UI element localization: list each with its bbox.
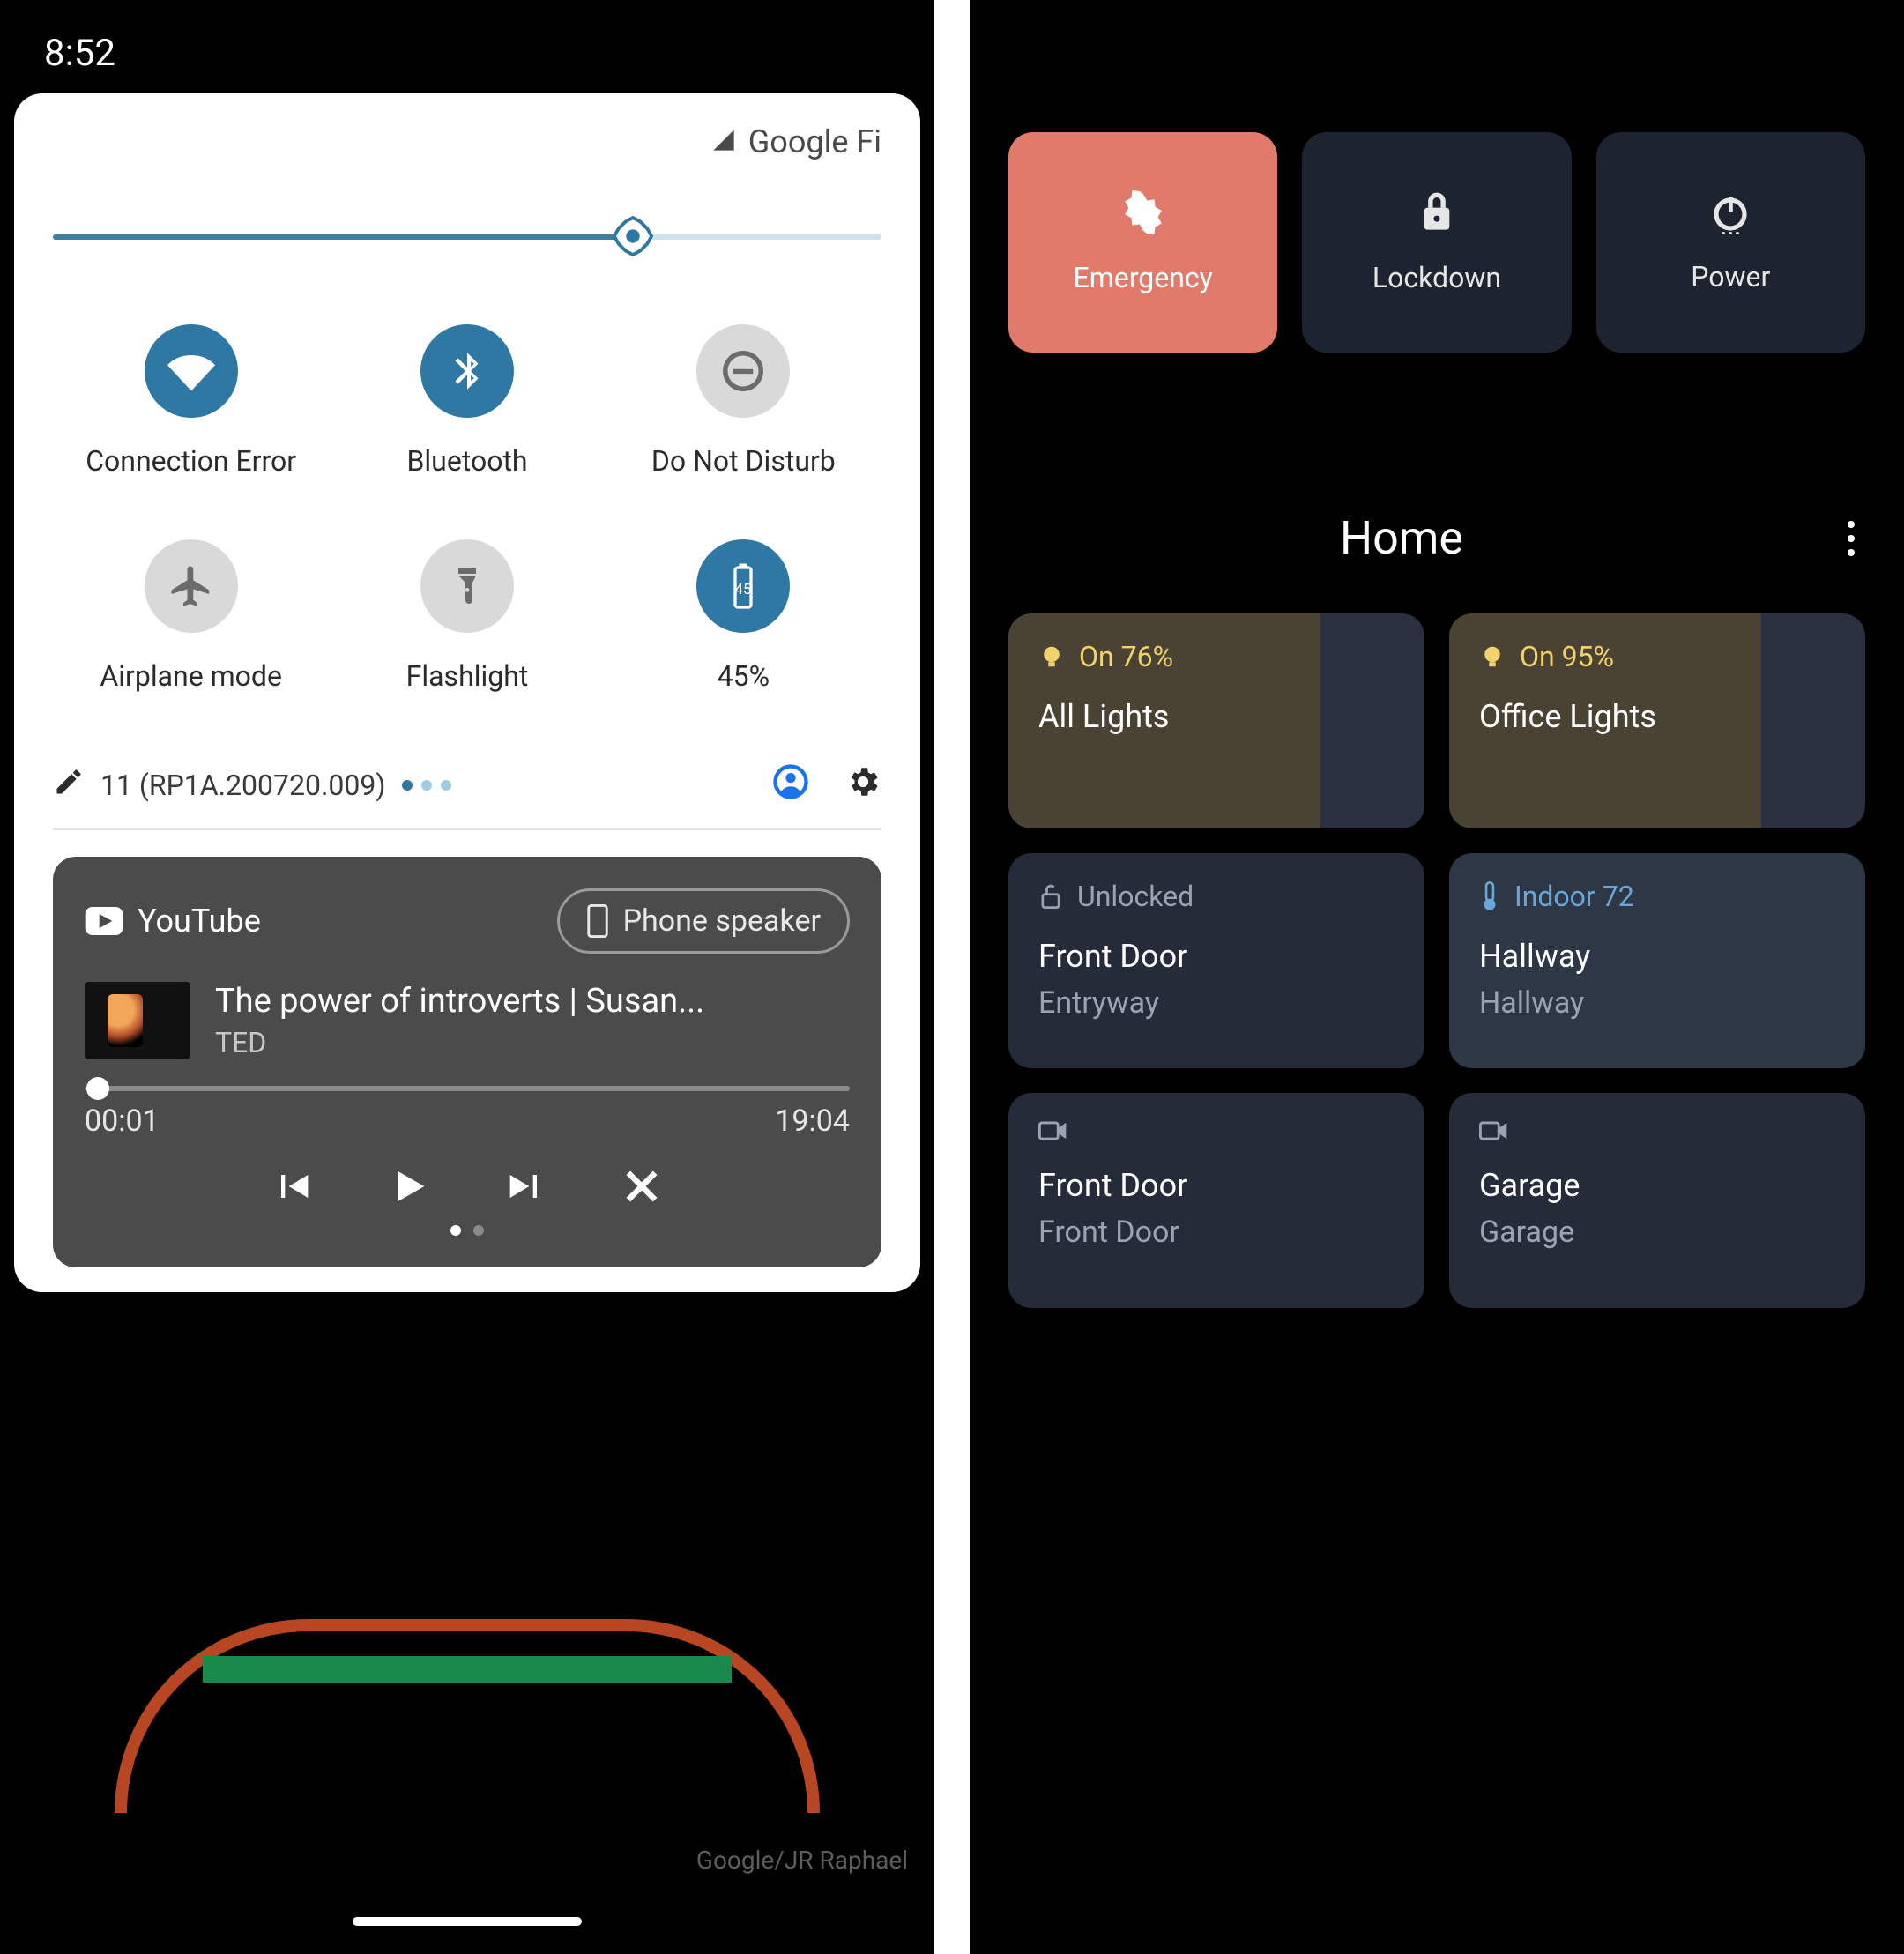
- bulb-icon: [1038, 643, 1065, 670]
- device-front-door-camera[interactable]: Front Door Front Door: [1008, 1093, 1424, 1308]
- media-source: YouTube: [85, 903, 261, 940]
- power-icon: [1709, 191, 1752, 234]
- background-clock-widget: [115, 1619, 820, 1813]
- media-player: YouTube Phone speaker The power of intro…: [53, 857, 881, 1267]
- device-all-lights[interactable]: On 76% All Lights: [1008, 613, 1424, 828]
- qs-tile-battery[interactable]: 45 45%: [606, 539, 881, 693]
- qs-tiles: Connection Error Bluetooth Do Not Distur…: [53, 324, 881, 693]
- quick-settings-panel: Google Fi Connection Error: [14, 93, 920, 1292]
- camera-icon: [1479, 1119, 1509, 1142]
- power-buttons: Emergency Lockdown Power: [1008, 132, 1865, 353]
- output-chip[interactable]: Phone speaker: [557, 888, 850, 954]
- next-button[interactable]: [502, 1163, 548, 1209]
- home-title: Home: [970, 511, 1833, 565]
- brightness-slider[interactable]: [53, 219, 881, 254]
- qs-tile-dnd[interactable]: Do Not Disturb: [606, 324, 881, 478]
- quick-settings-screen: 8:52 Google Fi Conn: [0, 0, 934, 1954]
- bulb-icon: [1479, 643, 1506, 670]
- device-grid: On 76% All Lights On 95% Office Lights U…: [1008, 613, 1865, 1308]
- battery-icon: 45: [696, 539, 790, 633]
- build-row: 11 (RP1A.200720.009): [53, 763, 881, 807]
- elapsed-time: 00:01: [85, 1103, 160, 1139]
- device-hallway-thermostat[interactable]: Indoor 72 Hallway Hallway: [1449, 853, 1865, 1068]
- page-dots: [402, 780, 451, 791]
- thermostat-icon: [1479, 881, 1500, 911]
- qs-tile-flashlight[interactable]: Flashlight: [329, 539, 605, 693]
- build-label: 11 (RP1A.200720.009): [100, 769, 386, 802]
- close-button[interactable]: [619, 1163, 665, 1209]
- image-credit: Google/JR Raphael: [696, 1846, 908, 1875]
- lock-icon: [1417, 190, 1456, 234]
- edit-icon[interactable]: [53, 766, 85, 805]
- device-front-door-lock[interactable]: Unlocked Front Door Entryway: [1008, 853, 1424, 1068]
- total-time: 19:04: [775, 1103, 850, 1139]
- phone-icon: [586, 904, 609, 938]
- unlock-icon: [1038, 882, 1063, 910]
- carrier-label: Google Fi: [748, 123, 881, 160]
- power-menu-screen: Emergency Lockdown Power Home On 76% All…: [970, 0, 1904, 1954]
- device-office-lights[interactable]: On 95% Office Lights: [1449, 613, 1865, 828]
- camera-icon: [1038, 1119, 1068, 1142]
- flashlight-icon: [420, 539, 514, 633]
- brightness-thumb[interactable]: [613, 216, 653, 260]
- play-button[interactable]: [386, 1163, 432, 1209]
- qs-tile-airplane[interactable]: Airplane mode: [53, 539, 329, 693]
- carrier-row: Google Fi: [53, 123, 881, 160]
- media-subtitle: TED: [215, 1026, 704, 1059]
- signal-icon: [711, 123, 736, 160]
- media-seekbar[interactable]: [85, 1086, 850, 1091]
- media-pager: [85, 1225, 850, 1236]
- wifi-icon: [145, 324, 238, 418]
- status-time: 8:52: [44, 32, 115, 75]
- lockdown-button[interactable]: Lockdown: [1302, 132, 1571, 353]
- emergency-button[interactable]: Emergency: [1008, 132, 1277, 353]
- bluetooth-icon: [420, 324, 514, 418]
- device-garage-camera[interactable]: Garage Garage: [1449, 1093, 1865, 1308]
- power-button[interactable]: Power: [1596, 132, 1865, 353]
- gear-icon[interactable]: [844, 763, 881, 807]
- nav-pill[interactable]: [353, 1917, 582, 1926]
- youtube-icon: [85, 907, 123, 935]
- medical-icon: [1121, 190, 1165, 234]
- media-thumbnail: [85, 982, 190, 1059]
- airplane-icon: [145, 539, 238, 633]
- dnd-icon: [696, 324, 790, 418]
- svg-text:45: 45: [735, 582, 752, 598]
- qs-tile-wifi[interactable]: Connection Error: [53, 324, 329, 478]
- user-icon[interactable]: [772, 763, 809, 807]
- qs-tile-bluetooth[interactable]: Bluetooth: [329, 324, 605, 478]
- media-title: The power of introverts | Susan...: [215, 982, 704, 1021]
- prev-button[interactable]: [270, 1163, 316, 1209]
- more-icon[interactable]: [1833, 521, 1869, 556]
